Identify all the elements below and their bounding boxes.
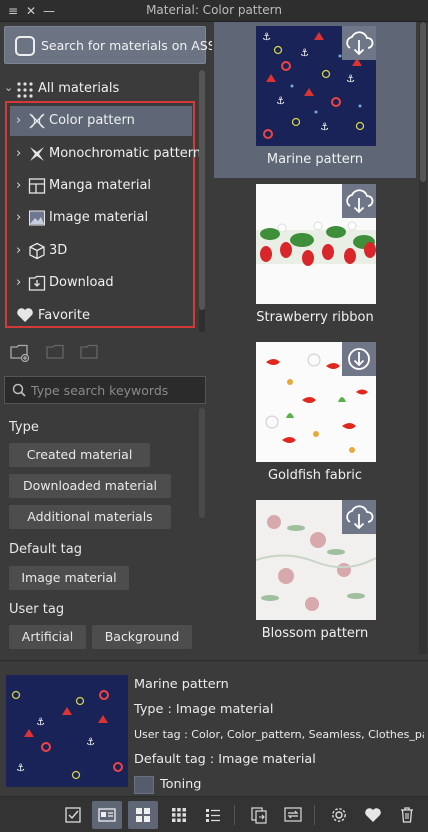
search-field[interactable]: [4, 376, 206, 404]
small-thumbnail-view-button[interactable]: [164, 801, 194, 829]
folder-tools: [0, 338, 210, 368]
manga-icon: [28, 178, 46, 194]
toolbar-separator: [234, 805, 235, 825]
assets-logo-icon: [15, 36, 35, 56]
delete-material-button[interactable]: [392, 801, 422, 829]
tree-item-label: Image material: [49, 210, 149, 225]
svg-text:⚓: ⚓: [16, 763, 25, 774]
detail-name: Marine pattern: [134, 677, 229, 692]
type-section-label: Type: [9, 420, 39, 435]
new-folder-icon[interactable]: [10, 344, 30, 362]
cube-icon: [29, 242, 45, 260]
list-view-button[interactable]: [198, 801, 228, 829]
tree-item-favorite[interactable]: Favorite: [10, 301, 192, 331]
material-card-strawberry[interactable]: Strawberry ribbon: [214, 180, 416, 336]
search-assets-label: Search for materials on ASSETS: [41, 38, 240, 53]
toning-icon: [134, 776, 154, 794]
material-details: ⚓ ⚓ ⚓ Marine pattern Type : Image material…: [0, 660, 428, 796]
all-materials-grid-icon: [17, 82, 33, 98]
svg-text:⚓: ⚓: [300, 48, 309, 59]
search-input[interactable]: [31, 381, 201, 399]
material-card-blossom[interactable]: Blossom pattern: [214, 496, 416, 652]
material-name: Strawberry ribbon: [256, 310, 374, 325]
material-list-scrollbar[interactable]: [419, 22, 427, 654]
tree-item-label: Favorite: [38, 308, 90, 323]
window-title: Material: Color pattern: [146, 3, 282, 17]
mono-pattern-icon: [30, 147, 44, 161]
tree-scrollbar[interactable]: [199, 70, 205, 332]
tag-created-material[interactable]: Created material: [9, 443, 150, 467]
heart-icon: [17, 308, 33, 322]
edit-folder-icon[interactable]: [80, 344, 100, 362]
tree-item-label: Monochromatic pattern: [49, 146, 202, 161]
tag-image-material[interactable]: Image material: [9, 566, 129, 590]
tree-scrollbar-thumb[interactable]: [199, 70, 205, 310]
user-tag-section-label: User tag: [9, 602, 65, 617]
tree-item-label: Manga material: [49, 178, 152, 193]
list-view-detail-button[interactable]: [92, 801, 122, 829]
copy-material-button[interactable]: [244, 801, 274, 829]
title-bar: ≡ ✕ — Material: Color pattern: [0, 0, 428, 22]
filters-scrollbar-thumb[interactable]: [199, 408, 205, 518]
cloud-download-icon[interactable]: [342, 26, 376, 60]
chevron-right-icon[interactable]: ›: [16, 178, 21, 193]
detail-user-tag: User tag : Color, Color_pattern, Seamles…: [134, 728, 424, 741]
filters-scrollbar[interactable]: [199, 408, 205, 654]
tree-item-monochromatic-pattern[interactable]: › Monochromatic pattern: [10, 139, 201, 169]
search-assets-button[interactable]: Search for materials on ASSETS: [4, 26, 239, 64]
tree-item-label: 3D: [49, 243, 68, 258]
tag-downloaded-material[interactable]: Downloaded material: [9, 474, 171, 498]
detail-default-tag: Default tag : Image material: [134, 752, 316, 767]
material-name: Marine pattern: [266, 152, 364, 167]
chevron-right-icon[interactable]: ›: [16, 210, 21, 225]
material-list-scrollbar-thumb[interactable]: [420, 22, 426, 182]
large-thumbnail-view-button[interactable]: [128, 801, 158, 829]
tree-root-label: All materials: [38, 81, 120, 96]
material-card-goldfish[interactable]: Goldfish fabric: [214, 338, 416, 494]
svg-text:⚓: ⚓: [346, 74, 355, 85]
paste-to-canvas-button[interactable]: [58, 801, 88, 829]
chevron-right-icon[interactable]: ›: [16, 275, 21, 290]
material-card-marine[interactable]: ⚓ ⚓ ⚓ ⚓ ⚓ Marine pattern: [214, 22, 416, 178]
svg-text:⚓: ⚓: [276, 96, 285, 107]
color-pattern-icon: [29, 113, 45, 129]
svg-text:⚓: ⚓: [320, 122, 329, 133]
delete-folder-icon[interactable]: [46, 344, 66, 362]
cloud-download-icon[interactable]: [342, 500, 376, 534]
detail-toning: Toning: [160, 777, 202, 792]
tag-background[interactable]: Background: [92, 625, 192, 649]
tree-item-label: Color pattern: [49, 113, 135, 128]
replace-material-button[interactable]: [278, 801, 308, 829]
tree-item-3d[interactable]: › 3D: [10, 236, 192, 266]
search-icon: [12, 383, 26, 397]
chevron-right-icon[interactable]: ›: [16, 113, 21, 128]
svg-text:⚓: ⚓: [86, 737, 95, 748]
chevron-right-icon[interactable]: ›: [16, 243, 21, 258]
chevron-right-icon[interactable]: ›: [16, 146, 21, 161]
bottom-toolbar: [0, 796, 428, 832]
download-icon[interactable]: [342, 342, 376, 376]
tree-root-all-materials[interactable]: ⌄ All materials: [4, 78, 194, 100]
detail-type: Type : Image material: [134, 702, 274, 717]
download-folder-icon: [28, 275, 46, 291]
svg-text:⚓: ⚓: [262, 32, 271, 43]
svg-text:⚓: ⚓: [36, 717, 45, 728]
material-name: Blossom pattern: [261, 626, 369, 641]
material-name: Goldfish fabric: [267, 468, 363, 483]
chevron-down-icon[interactable]: ⌄: [4, 81, 13, 94]
tree-item-manga-material[interactable]: › Manga material: [10, 171, 192, 201]
selected-material-preview: ⚓ ⚓ ⚓: [6, 675, 128, 787]
image-icon: [29, 210, 45, 226]
cloud-download-icon[interactable]: [342, 184, 376, 218]
tag-additional-materials[interactable]: Additional materials: [9, 505, 171, 529]
material-settings-button[interactable]: [324, 801, 354, 829]
tree-item-image-material[interactable]: › Image material: [10, 203, 192, 233]
default-tag-section-label: Default tag: [9, 542, 82, 557]
tree-item-label: Download: [49, 275, 114, 290]
toolbar-separator: [314, 805, 315, 825]
tree-item-download[interactable]: › Download: [10, 268, 192, 298]
tag-artificial[interactable]: Artificial: [9, 625, 86, 649]
favorite-button[interactable]: [358, 801, 388, 829]
tree-item-color-pattern[interactable]: › Color pattern: [10, 106, 192, 136]
